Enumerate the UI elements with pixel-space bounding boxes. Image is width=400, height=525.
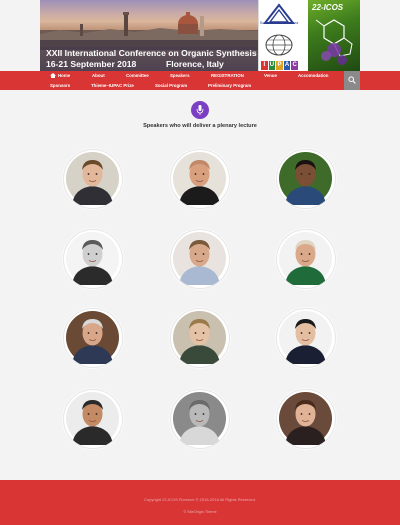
nav-registration[interactable]: REGISTRATION xyxy=(211,73,244,78)
nav-venue[interactable]: Venue xyxy=(264,73,277,78)
nav-about[interactable]: About xyxy=(92,73,105,78)
microphone-badge xyxy=(191,101,209,119)
speaker-photo xyxy=(66,232,119,285)
search-icon xyxy=(348,76,356,84)
speaker-portrait[interactable] xyxy=(170,389,230,449)
icos-label: 22-ICOS xyxy=(312,3,344,12)
speaker-portrait[interactable] xyxy=(63,229,123,289)
speaker-photo xyxy=(173,311,226,364)
search-button[interactable] xyxy=(344,71,360,90)
conference-location: Florence, Italy xyxy=(166,59,224,69)
iupac-globe-icon xyxy=(265,34,293,56)
nav-social-program[interactable]: Social Program xyxy=(155,83,187,88)
speaker-portrait[interactable] xyxy=(170,229,230,289)
nav-accomodation[interactable]: Accomodation xyxy=(298,73,329,78)
speaker-photo xyxy=(66,392,119,445)
speaker-photo xyxy=(173,152,226,205)
speaker-portrait[interactable] xyxy=(276,229,336,289)
speaker-photo xyxy=(279,392,332,445)
speaker-portrait[interactable] xyxy=(63,308,123,368)
home-icon[interactable] xyxy=(50,73,56,78)
speaker-portrait[interactable] xyxy=(170,149,230,209)
nav-committee[interactable]: Committee xyxy=(126,73,149,78)
footer xyxy=(0,480,400,525)
molecule-icon xyxy=(315,19,353,65)
theme-credit[interactable]: © SiteOrigin Theme xyxy=(0,510,400,514)
nav-preliminary-program[interactable]: Preliminary Program xyxy=(208,83,251,88)
nav-speakers[interactable]: Speakers xyxy=(170,73,190,78)
speaker-photo xyxy=(279,152,332,205)
speaker-portrait[interactable] xyxy=(276,389,336,449)
speaker-photo xyxy=(173,392,226,445)
nav-thieme-prize[interactable]: Thieme–IUPAC Prize xyxy=(91,83,134,88)
speaker-portrait[interactable] xyxy=(63,149,123,209)
speaker-portrait[interactable] xyxy=(170,308,230,368)
conference-dates: 16-21 September 2018 xyxy=(46,59,137,69)
speaker-photo xyxy=(173,232,226,285)
copyright-text: Copyright 22-ICOS Florence © 2016-2018 A… xyxy=(144,497,256,502)
nav-sponsors[interactable]: Sponsors xyxy=(50,83,70,88)
sponsor-logos: Società Chimica Italiana I U P A C xyxy=(258,0,298,71)
icos-logo: 22-ICOS xyxy=(308,0,360,71)
speaker-photo xyxy=(66,152,119,205)
society-name: Società Chimica Italiana xyxy=(259,21,299,25)
speaker-portrait[interactable] xyxy=(276,308,336,368)
speaker-portrait[interactable] xyxy=(63,389,123,449)
speaker-photo xyxy=(279,232,332,285)
speaker-photo xyxy=(279,311,332,364)
nav-home[interactable]: Home xyxy=(58,73,70,78)
plenary-speakers-heading: Speakers who will deliver a plenary lect… xyxy=(143,123,257,129)
microphone-icon xyxy=(196,105,204,115)
speaker-photo xyxy=(66,311,119,364)
conference-title: XXII International Conference on Organic… xyxy=(46,48,257,58)
iupac-logo: I U P A C xyxy=(261,61,298,70)
speaker-portrait[interactable] xyxy=(276,149,336,209)
